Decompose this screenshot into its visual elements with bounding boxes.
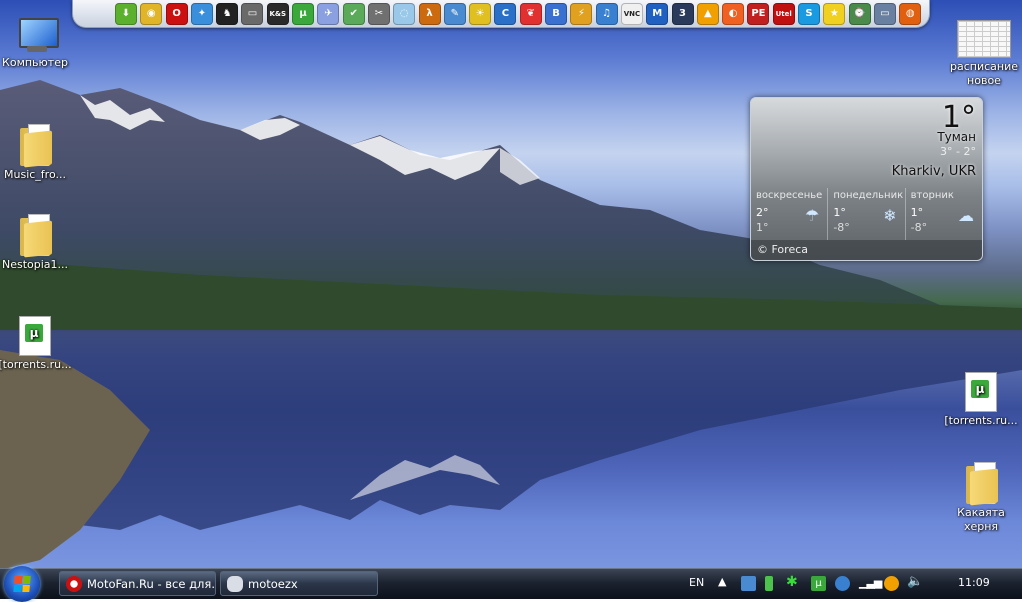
weather-credit[interactable]: © Foreca [751,240,982,260]
download-icon[interactable]: ⬇ [115,2,137,25]
snow-icon: ❄ [883,206,897,225]
taskbar-button-label: motoezx [248,576,298,591]
star-icon[interactable]: ★ [823,2,846,25]
cloud-icon: ☁ [957,206,974,225]
ccleaner-icon[interactable]: C [494,2,517,25]
utel-icon[interactable]: Utel [772,2,795,25]
desktop-icon-computer[interactable]: Компьютер [0,18,76,70]
desktop-icon-label: [torrents.ru... [944,414,1018,427]
music-icon[interactable]: ♫ [595,2,618,25]
desktop-icon-torrent-left[interactable]: µ [torrents.ru... [0,316,76,372]
spreadsheet-icon [957,20,1011,58]
system-tray: EN ▲ ✱ µ ▁▃▅ 🔈 11:09 [677,569,1022,599]
folder-icon [18,124,52,168]
language-indicator[interactable]: EN [689,576,704,589]
forecast-day-name: воскресенье [756,190,823,201]
signal-icon[interactable]: ▁▃▅ [859,576,882,589]
folder-icon [964,462,998,506]
start-button[interactable] [4,566,40,602]
forecast-high: 2° [756,206,769,219]
desktop-icon-music-folder[interactable]: Music_fro... [0,124,76,182]
safari-icon[interactable]: ✦ [190,2,213,25]
scissors-icon[interactable]: ✂ [367,2,390,25]
desktop-icon-schedule[interactable]: расписание новое [943,20,1022,88]
vnc-icon[interactable]: VNC [620,2,643,25]
opera-icon[interactable]: O [165,2,188,25]
desktop-icon-label: Nestopia1... [1,258,69,271]
torrent-file-icon: µ [965,372,997,412]
forecast-day-name: понедельник [833,190,904,201]
firefox-icon[interactable]: ◍ [899,2,922,25]
desktop-icon-kakayato-folder[interactable]: Какаята херня [940,462,1022,534]
forecast-high: 1° [910,206,924,219]
winamp-icon[interactable]: ⚡ [570,2,593,25]
weather-condition: Туман [937,130,976,144]
network-icon[interactable] [741,576,756,591]
computer-icon [13,18,59,54]
tux-icon[interactable]: ♞ [216,2,239,25]
halflife-icon[interactable]: λ [418,2,441,25]
desktop-icon-label: [torrents.ru... [0,358,72,371]
desktop-icon-torrent-right[interactable]: µ [torrents.ru... [940,372,1022,428]
volume-icon[interactable]: 🔈 [907,574,923,589]
rain-icon: ☂ [804,206,820,225]
taskbar-button-motoezx[interactable]: motoezx [220,571,378,596]
skype-icon[interactable]: S [798,2,821,25]
desktop-icon-label: расписание новое [949,60,1018,87]
sun-icon[interactable]: ☀ [469,2,492,25]
globe-tray-icon[interactable] [835,576,850,591]
desktop-icon-label: Music_fro... [4,168,66,181]
chrome-icon[interactable]: ◉ [140,2,163,25]
ks-icon[interactable]: K&S [266,2,289,25]
taskbar: MotoFan.Ru - все для... motoezx EN ▲ ✱ µ… [0,566,1022,602]
utorrent-icon[interactable]: µ [292,2,315,25]
forecast-low: -8° [910,221,928,234]
quick-launch-dock: ⬇ ◉ O ✦ ♞ ▭ K&S µ ✈ ✔ ✂ ◌ λ ✎ ☀ C ❦ B ⚡ ♫ VNC M 3 ▲ ◐ PE Utel S ★ ⌚ ▭ ◍ [72,0,930,28]
avast-tray-icon[interactable] [884,576,899,591]
bird-icon[interactable]: ❦ [519,2,542,25]
taskbar-button-label: MotoFan.Ru - все для... [87,576,216,591]
show-hidden-icons-chevron-icon[interactable]: ▲ [718,575,726,588]
forecast-day: воскресенье 2° 1° ☂ [751,188,829,240]
forecast-low: -8° [833,221,850,234]
forecast-day: понедельник 1° -8° ❄ [828,188,906,240]
chat-icon [227,575,243,592]
desktop-wallpaper [0,0,1022,568]
desktop-icon-label: Какаята херня [957,506,1005,533]
lake-reflection-graphic [0,330,1022,568]
forecast-low: 1° [756,221,769,234]
desktop-icon-label: Компьютер [2,56,68,69]
icq-icon[interactable]: ✱ [786,574,798,590]
alarm-icon[interactable]: ⌚ [848,2,871,25]
utorrent-tray-icon[interactable]: µ [811,576,826,591]
plane-icon[interactable]: ✈ [317,2,340,25]
window-icon[interactable]: ▭ [241,2,264,25]
forecast-day: вторник 1° -8° ☁ [906,188,982,240]
weather-location: Kharkiv, UKR [891,164,976,179]
checklist-icon[interactable]: ✔ [342,2,365,25]
forecast-high: 1° [833,206,846,219]
disk-icon[interactable]: B [545,2,568,25]
taskbar-button-motofan[interactable]: MotoFan.Ru - все для... [59,571,216,596]
three-icon[interactable]: 3 [671,2,694,25]
pe-icon[interactable]: PE [747,2,770,25]
torrent-file-icon: µ [19,316,51,356]
weather-forecast: воскресенье 2° 1° ☂ понедельник 1° -8° ❄… [751,188,982,240]
weather-gadget[interactable]: 1° Туман 3° - 2° Kharkiv, UKR воскресень… [750,97,983,261]
globe-icon[interactable]: ◌ [393,2,416,25]
folder-icon [18,214,52,258]
desktop-icon-nestopia-folder[interactable]: Nestopia1... [0,214,76,272]
pen-icon[interactable]: ✎ [443,2,466,25]
windows-logo-icon [13,576,31,592]
orange-icon[interactable]: ◐ [722,2,745,25]
avast-icon[interactable]: ▲ [696,2,719,25]
forecast-day-name: вторник [910,190,954,201]
battery-icon[interactable] [765,576,773,591]
clock[interactable]: 11:09 [958,576,990,589]
maxthon-icon[interactable]: M [646,2,669,25]
opera-icon [66,575,82,592]
weather-range: 3° - 2° [940,145,976,158]
laptop-icon[interactable]: ▭ [873,2,896,25]
